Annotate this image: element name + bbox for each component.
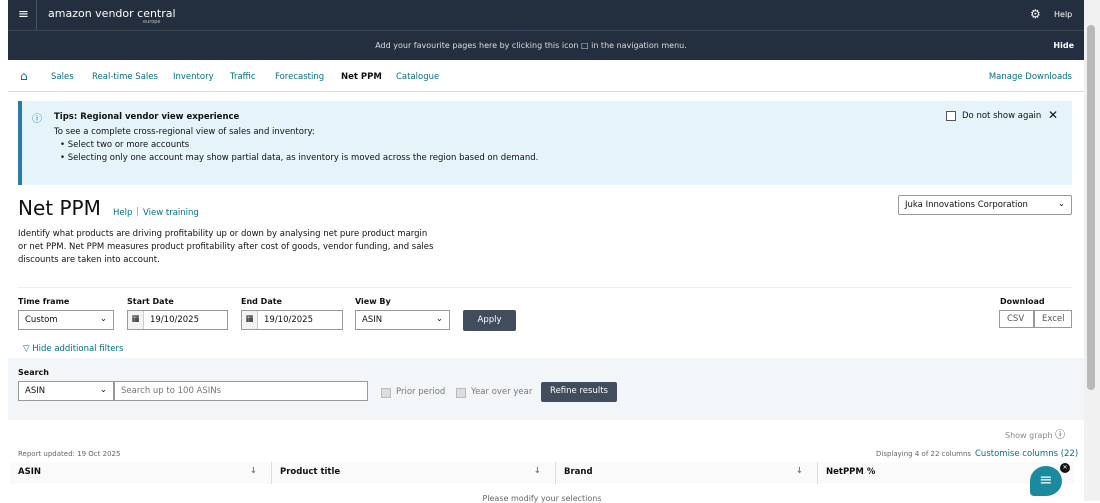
prior-period-checkbox[interactable] xyxy=(381,388,391,398)
refine-results-button[interactable]: Refine results xyxy=(541,382,617,402)
time-frame-label: Time frame xyxy=(18,297,70,306)
column-header-brand[interactable]: Brand ↓ xyxy=(556,462,818,484)
calendar-icon[interactable]: ▦ xyxy=(242,311,258,329)
year-over-year-label: Year over year xyxy=(471,387,533,397)
tip-bullet: • Selecting only one account may show pa… xyxy=(60,153,539,163)
start-date-label: Start Date xyxy=(127,297,174,306)
info-icon: ⓘ xyxy=(1055,430,1066,441)
apply-button[interactable]: Apply xyxy=(463,310,516,331)
search-type-select[interactable]: ASIN ⌄ xyxy=(18,381,114,401)
chevron-down-icon: ⌄ xyxy=(99,385,107,395)
search-label: Search xyxy=(18,368,49,377)
close-icon[interactable]: ✕ xyxy=(1048,108,1058,122)
column-header-product-title[interactable]: Product title ↓ xyxy=(272,462,556,484)
column-header-asin[interactable]: ASIN ↓ xyxy=(10,462,272,484)
tip-banner: ⓘ Tips: Regional vendor view experience … xyxy=(18,101,1072,185)
tip-title: Tips: Regional vendor view experience xyxy=(54,112,240,122)
hide-filters-link[interactable]: ▽ Hide additional filters xyxy=(23,344,123,354)
excel-button[interactable]: Excel xyxy=(1034,310,1072,328)
chat-widget-icon[interactable]: ≡ xyxy=(1030,466,1062,496)
asin-search-input[interactable] xyxy=(114,381,368,401)
hamburger-menu-icon[interactable]: ≡ xyxy=(18,7,29,22)
end-date-label: End Date xyxy=(241,297,282,306)
report-updated: Report updated: 19 Oct 2025 xyxy=(18,450,121,458)
prior-period-label: Prior period xyxy=(396,387,446,397)
calendar-icon[interactable]: ▦ xyxy=(128,311,144,329)
do-not-show-checkbox[interactable] xyxy=(946,111,956,121)
customise-columns-link[interactable]: Customise columns (22) xyxy=(975,449,1078,459)
sort-arrow-icon[interactable]: ↓ xyxy=(534,466,541,476)
do-not-show-label: Do not show again xyxy=(962,111,1042,121)
empty-table-message: Please modify your selections xyxy=(482,494,602,503)
tip-intro: To see a complete cross-regional view of… xyxy=(54,127,315,137)
chevron-down-icon: ⌄ xyxy=(435,314,443,324)
account-select[interactable]: Juka Innovations Corporation ⌄ xyxy=(898,195,1072,215)
help-link[interactable]: Help xyxy=(1054,10,1072,19)
chevron-down-icon: ⌄ xyxy=(1057,199,1065,209)
view-training-link[interactable]: View training xyxy=(143,208,199,218)
filter-icon: ▽ xyxy=(23,344,30,354)
time-frame-select[interactable]: Custom ⌄ xyxy=(18,310,114,330)
nav-real-time-sales[interactable]: Real-time Sales xyxy=(92,72,158,82)
start-date-input[interactable]: ▦ 19/10/2025 xyxy=(127,310,228,330)
nav-forecasting[interactable]: Forecasting xyxy=(275,72,324,82)
year-over-year-checkbox[interactable] xyxy=(456,388,466,398)
sort-arrow-icon[interactable]: ↓ xyxy=(250,466,257,476)
favourites-hint: Add your favourite pages here by clickin… xyxy=(375,41,687,50)
gear-icon[interactable]: ⚙ xyxy=(1030,7,1041,21)
favourites-bar: Add your favourite pages here by clickin… xyxy=(8,30,1084,60)
brand-region: europe xyxy=(143,19,161,25)
columns-count: Displaying 4 of 22 columns xyxy=(876,450,972,458)
nav-sales[interactable]: Sales xyxy=(51,72,74,82)
page-title: Net PPM xyxy=(18,196,101,220)
nav-traffic[interactable]: Traffic xyxy=(230,72,256,82)
page-description: Identify what products are driving profi… xyxy=(18,229,434,265)
tip-bullet: • Select two or more accounts xyxy=(60,140,190,150)
scrollbar-thumb[interactable] xyxy=(1087,25,1095,390)
help-link[interactable]: Help xyxy=(113,208,132,218)
view-by-label: View By xyxy=(355,297,391,306)
chevron-down-icon: ⌄ xyxy=(99,314,107,324)
sort-arrow-icon[interactable]: ↓ xyxy=(796,466,803,476)
nav-net-ppm[interactable]: Net PPM xyxy=(341,72,382,82)
main-nav: ⌂ Sales Real-time Sales Inventory Traffi… xyxy=(8,60,1084,92)
manage-downloads-link[interactable]: Manage Downloads xyxy=(989,72,1072,82)
nav-inventory[interactable]: Inventory xyxy=(173,72,214,82)
end-date-input[interactable]: ▦ 19/10/2025 xyxy=(241,310,343,330)
hide-button[interactable]: Hide xyxy=(1053,41,1074,50)
csv-button[interactable]: CSV xyxy=(999,310,1034,328)
view-by-select[interactable]: ASIN ⌄ xyxy=(355,310,450,330)
close-chat-icon[interactable]: ✕ xyxy=(1060,463,1070,473)
home-icon[interactable]: ⌂ xyxy=(20,69,28,83)
top-bar: ≡ amazon vendor central europe ⚙ Help xyxy=(8,0,1084,30)
download-label: Download xyxy=(1000,297,1045,306)
nav-catalogue[interactable]: Catalogue xyxy=(396,72,439,82)
info-icon: ⓘ xyxy=(32,114,42,125)
show-graph-toggle[interactable]: Show graph ⓘ xyxy=(1005,426,1065,441)
